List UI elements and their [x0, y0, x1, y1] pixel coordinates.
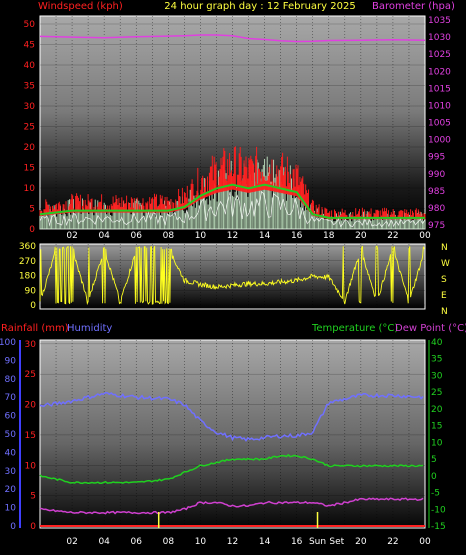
time-tick-label-bottom: 08: [163, 537, 175, 547]
baro-tick-label: 975: [428, 221, 445, 231]
time-tick-label: 02: [66, 231, 77, 241]
temp-tick-label: 35: [431, 355, 442, 365]
rain-tick-label: 0: [30, 522, 36, 532]
time-tick-label: 22: [387, 231, 398, 241]
humidity-tick-label: 100: [0, 338, 16, 348]
time-tick-label-bottom: Set: [329, 537, 344, 547]
humidity-tick-label: 50: [5, 430, 17, 440]
time-tick-label-bottom: Sun: [309, 537, 326, 547]
rain-tick-label: 25: [25, 370, 36, 380]
time-tick-label: 16: [291, 231, 303, 241]
wind-tick-label: 40: [24, 61, 36, 71]
humidity-tick-label: 80: [5, 375, 17, 385]
time-tick-label-bottom: 10: [195, 537, 207, 547]
baro-tick-label: 980: [428, 204, 445, 214]
wind-tick-label: 25: [24, 123, 35, 133]
humidity-tick-label: 70: [5, 393, 17, 403]
wind-axis-title: Windspeed (kph): [38, 1, 123, 12]
time-tick-label: 14: [259, 231, 271, 241]
dew-axis-title: Dew Point (°C): [395, 323, 466, 334]
time-tick-label-bottom: 14: [259, 537, 271, 547]
temp-tick-label: 15: [431, 422, 442, 432]
dir-tick-label: 270: [19, 257, 36, 267]
wind-tick-label: 35: [24, 82, 35, 92]
wind-tick-label: 0: [29, 225, 35, 235]
humidity-tick-label: 30: [5, 467, 17, 477]
dir-tick-label: 180: [19, 272, 36, 282]
temp-tick-label: 5: [431, 455, 437, 465]
rain-tick-label: 10: [25, 461, 37, 471]
weather-chart: Windspeed (kph) 24 hour graph day : 12 F…: [0, 1, 466, 547]
wind-tick-label: 5: [29, 205, 35, 215]
compass-e: E: [441, 291, 447, 301]
dir-tick-label: 0: [30, 301, 36, 311]
rain-tick-label: 5: [30, 492, 36, 502]
chart-title: 24 hour graph day : 12 February 2025: [164, 1, 355, 12]
temp-tick-label: -15: [431, 522, 446, 532]
baro-tick-label: 1035: [428, 16, 451, 26]
humidity-tick-label: 10: [5, 504, 17, 514]
baro-tick-label: 1030: [428, 33, 451, 43]
time-tick-label: 00: [419, 231, 431, 241]
temp-tick-label: 25: [431, 388, 442, 398]
temp-tick-label: 30: [431, 371, 443, 381]
wind-tick-label: 30: [24, 102, 36, 112]
baro-tick-label: 1010: [428, 101, 451, 111]
time-tick-label: 18: [323, 231, 335, 241]
time-tick-label-bottom: 04: [98, 537, 110, 547]
temp-tick-label: -10: [431, 505, 446, 515]
compass-n1: N: [441, 243, 448, 253]
time-tick-label-bottom: 20: [355, 537, 367, 547]
rain-tick-label: 20: [25, 401, 37, 411]
humidity-tick-label: 90: [5, 356, 17, 366]
time-tick-label-bottom: 02: [66, 537, 77, 547]
temp-axis-title: Temperature (°C): [311, 323, 398, 334]
time-tick-label-bottom: 22: [387, 537, 398, 547]
compass-w: W: [441, 259, 450, 269]
baro-tick-label: 1025: [428, 50, 451, 60]
dir-tick-label: 360: [19, 242, 36, 252]
dir-tick-label: 90: [25, 286, 37, 296]
temp-tick-label: 40: [431, 338, 443, 348]
rain-axis-title: Rainfall (mm): [1, 323, 69, 334]
time-tick-label: 10: [195, 231, 207, 241]
time-tick-label: 08: [163, 231, 175, 241]
baro-tick-label: 995: [428, 153, 445, 163]
time-tick-label-bottom: 16: [291, 537, 303, 547]
baro-tick-label: 1000: [428, 136, 451, 146]
humidity-tick-label: 20: [5, 485, 17, 495]
humidity-axis-title: Humidity: [67, 323, 112, 334]
wind-tick-label: 20: [24, 143, 36, 153]
time-tick-label: 06: [131, 231, 143, 241]
compass-s: S: [441, 275, 447, 285]
wind-tick-label: 15: [24, 164, 35, 174]
time-tick-label-bottom: 00: [419, 537, 431, 547]
time-tick-label: 20: [355, 231, 367, 241]
compass-n2: N: [441, 307, 448, 317]
humidity-tick-label: 60: [5, 412, 17, 422]
humidity-tick-label: 40: [5, 448, 17, 458]
temp-tick-label: 0: [431, 472, 437, 482]
wind-tick-label: 10: [24, 184, 36, 194]
time-tick-label-bottom: 06: [131, 537, 143, 547]
baro-tick-label: 1020: [428, 67, 451, 77]
wind-tick-label: 50: [24, 20, 36, 30]
baro-tick-label: 1015: [428, 84, 451, 94]
time-tick-label-bottom: 12: [227, 537, 238, 547]
time-tick-label: 04: [98, 231, 110, 241]
humidity-tick-label: 0: [10, 522, 16, 532]
rain-tick-label: 30: [25, 340, 37, 350]
baro-tick-label: 985: [428, 187, 445, 197]
temp-tick-label: 20: [431, 405, 443, 415]
baro-tick-label: 1005: [428, 119, 451, 129]
temp-tick-label: 10: [431, 438, 443, 448]
baro-tick-label: 990: [428, 170, 445, 180]
barometer-axis-title: Barometer (hpa): [372, 1, 455, 12]
wind-tick-label: 45: [24, 41, 35, 51]
temp-tick-label: -5: [431, 489, 440, 499]
time-tick-label: 12: [227, 231, 238, 241]
rain-tick-label: 15: [25, 431, 36, 441]
